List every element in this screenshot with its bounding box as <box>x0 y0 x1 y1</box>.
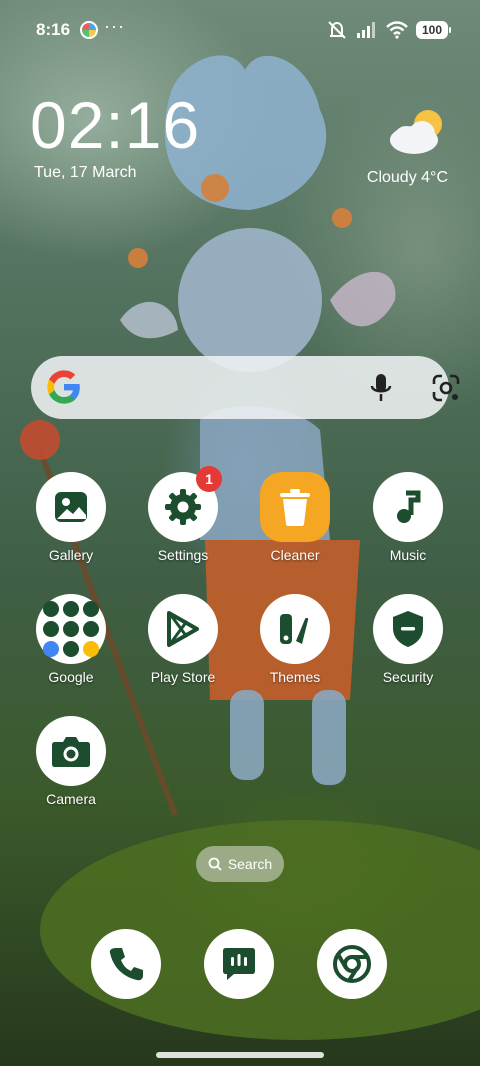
status-indicators: 100 <box>326 20 451 40</box>
play-store-icon <box>148 594 218 664</box>
themes-icon <box>260 594 330 664</box>
app-security[interactable]: Security <box>353 594 463 685</box>
music-note-icon <box>373 472 443 542</box>
app-label: Security <box>382 669 434 685</box>
home-indicator[interactable] <box>156 1052 324 1058</box>
folder-preview <box>43 601 99 657</box>
app-settings[interactable]: 1 Settings <box>128 466 238 563</box>
app-label: Gallery <box>48 547 94 563</box>
app-label: Music <box>389 547 427 563</box>
app-label: Settings <box>157 547 209 563</box>
clock-date[interactable]: Tue, 17 March <box>34 164 137 182</box>
app-cleaner[interactable]: Cleaner <box>240 472 350 563</box>
app-label: Cleaner <box>270 547 320 563</box>
wifi-icon <box>386 21 408 39</box>
folder-icon <box>36 594 106 664</box>
dock-chrome[interactable] <box>317 929 387 999</box>
search-icon <box>208 857 222 871</box>
notification-badge: 1 <box>196 466 222 492</box>
app-search-button[interactable]: Search <box>196 846 284 882</box>
app-label: Google <box>48 669 94 685</box>
clock-time[interactable]: 02:16 <box>30 92 200 158</box>
mute-icon <box>328 21 346 39</box>
signal-icon <box>357 22 375 38</box>
app-gallery[interactable]: Gallery <box>16 472 126 563</box>
app-label: Play Store <box>150 669 216 685</box>
dock-phone[interactable] <box>91 929 161 999</box>
chrome-icon <box>333 945 371 983</box>
app-play-store[interactable]: Play Store <box>128 594 238 685</box>
dock-messages[interactable] <box>204 929 274 999</box>
status-time: 8:16 <box>36 20 71 39</box>
search-label: Search <box>227 856 273 872</box>
app-notification-icon <box>80 21 98 39</box>
weather-text[interactable]: Cloudy 4°C <box>367 169 448 187</box>
lens-icon[interactable] <box>431 373 461 403</box>
app-label: Camera <box>46 791 96 807</box>
message-icon <box>223 948 255 980</box>
app-music[interactable]: Music <box>353 472 463 563</box>
gear-icon: 1 <box>148 466 222 542</box>
mic-icon[interactable] <box>367 373 395 403</box>
camera-icon <box>36 716 106 786</box>
app-google-folder[interactable]: Google <box>16 594 126 685</box>
google-search-bar[interactable] <box>31 356 460 419</box>
gallery-icon <box>36 472 106 542</box>
status-overflow: ··· <box>104 16 125 36</box>
battery-icon: 100 <box>416 21 451 39</box>
cloudy-sun-icon[interactable] <box>388 108 448 158</box>
app-camera[interactable]: Camera <box>16 716 126 807</box>
status-bar: 8:16 ··· 100 <box>0 0 480 60</box>
app-themes[interactable]: Themes <box>240 594 350 685</box>
shield-icon <box>373 594 443 664</box>
app-label: Themes <box>269 669 321 685</box>
trash-icon <box>260 472 330 542</box>
google-g-icon <box>47 370 80 404</box>
phone-icon <box>109 948 143 981</box>
